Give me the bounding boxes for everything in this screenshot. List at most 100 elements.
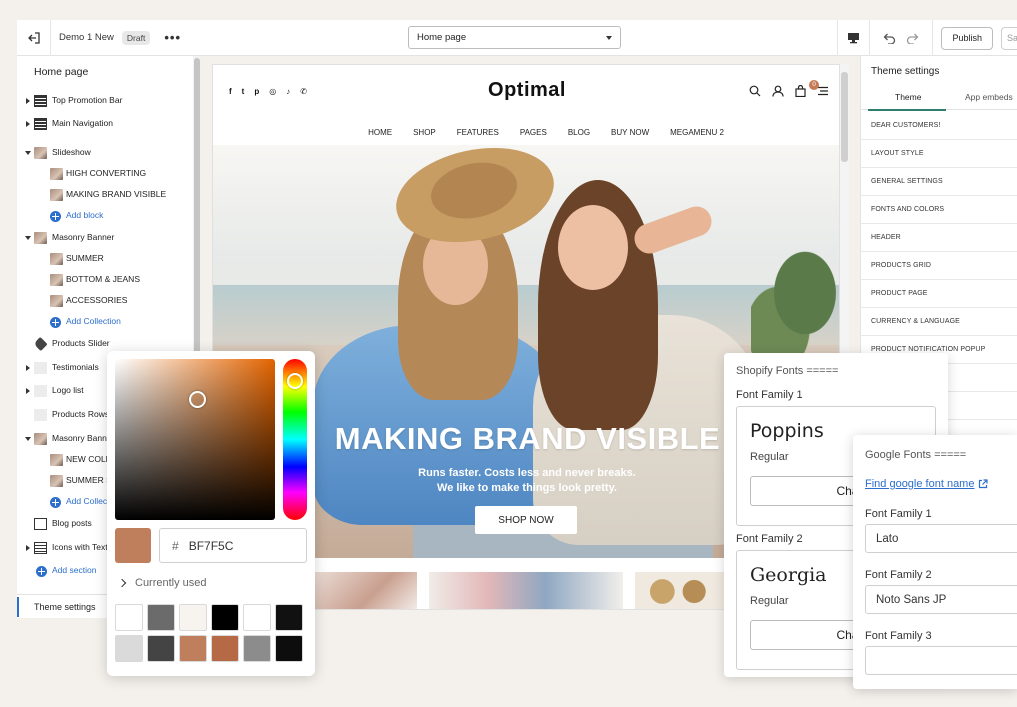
color-swatch[interactable] bbox=[147, 635, 175, 662]
preview-scrollbar-thumb[interactable] bbox=[841, 72, 848, 162]
sidebar-item-label: Add Collection bbox=[66, 316, 121, 326]
hex-input[interactable]: # BF7F5C bbox=[159, 528, 307, 563]
sidebar-item-masonry-banner-2[interactable]: Masonry Banner bbox=[17, 429, 114, 449]
saturation-handle[interactable] bbox=[189, 391, 206, 408]
cart-icon[interactable] bbox=[795, 85, 806, 97]
nav-link-megamenu-2[interactable]: MEGAMENU 2 bbox=[670, 128, 724, 137]
sidebar-item-testimonials[interactable]: Testimonials bbox=[17, 358, 107, 378]
color-swatch[interactable] bbox=[275, 604, 303, 631]
google-font-family-2-input[interactable]: Noto Sans JP bbox=[865, 585, 1017, 614]
banner-image-summer[interactable] bbox=[303, 572, 417, 609]
sidebar-item-products-rows[interactable]: Products Rows bbox=[17, 405, 110, 425]
add-block-button[interactable]: Add block bbox=[17, 206, 193, 226]
sidebar-item-slideshow[interactable]: Slideshow bbox=[17, 143, 193, 163]
menu-icon[interactable] bbox=[817, 86, 829, 96]
sidebar-item-icons-with-text[interactable]: Icons with Text bbox=[17, 538, 108, 558]
font-family-1-weight: Regular bbox=[750, 451, 789, 463]
chevron-right-icon[interactable] bbox=[26, 365, 30, 371]
tab-app-embeds[interactable]: App embeds bbox=[965, 92, 1013, 102]
currently-used-toggle[interactable]: Currently used bbox=[117, 577, 207, 589]
color-swatch[interactable] bbox=[243, 635, 271, 662]
nav-link-shop[interactable]: SHOP bbox=[413, 128, 436, 137]
hero-image-sea bbox=[213, 285, 839, 345]
google-fonts-heading: Google Fonts ===== bbox=[865, 449, 967, 461]
color-swatch[interactable] bbox=[243, 604, 271, 631]
redo-icon[interactable] bbox=[906, 32, 920, 44]
undo-icon[interactable] bbox=[882, 32, 896, 44]
sidebar-item-top-promotion-bar[interactable]: Top Promotion Bar bbox=[17, 91, 193, 111]
add-collection-button[interactable]: Add Collection bbox=[17, 312, 193, 332]
account-icon[interactable] bbox=[772, 85, 784, 97]
sidebar-item-label: Products Rows bbox=[52, 409, 110, 419]
sidebar-item-main-navigation[interactable]: Main Navigation bbox=[17, 114, 193, 134]
color-swatch[interactable] bbox=[115, 635, 143, 662]
nav-link-home[interactable]: HOME bbox=[368, 128, 392, 137]
sidebar-item-masonry-banner[interactable]: Masonry Banner bbox=[17, 228, 193, 248]
store-navigation: HOME SHOP FEATURES PAGES BLOG BUY NOW ME… bbox=[213, 128, 839, 137]
list-icon bbox=[34, 542, 47, 554]
color-swatch[interactable] bbox=[179, 604, 207, 631]
color-swatch[interactable] bbox=[211, 635, 239, 662]
sidebar-block-summer[interactable]: SUMMER bbox=[17, 249, 193, 269]
nav-link-blog[interactable]: BLOG bbox=[568, 128, 590, 137]
add-collection-button-2[interactable]: Add Collection bbox=[17, 492, 121, 512]
panel-title: Theme settings bbox=[871, 66, 940, 77]
settings-group-dear-customers[interactable]: DEAR CUSTOMERS! bbox=[861, 112, 1017, 140]
hue-slider-handle[interactable] bbox=[287, 373, 303, 389]
image-icon bbox=[50, 274, 63, 286]
exit-button[interactable] bbox=[17, 19, 51, 56]
nav-link-buy-now[interactable]: BUY NOW bbox=[611, 128, 649, 137]
store-logo[interactable]: Optimal bbox=[213, 79, 839, 102]
sidebar-block-accessories[interactable]: ACCESSORIES bbox=[17, 291, 193, 311]
image-icon bbox=[34, 232, 47, 244]
desktop-view-button[interactable] bbox=[837, 20, 869, 56]
google-font-family-1-input[interactable]: Lato bbox=[865, 524, 1017, 553]
chevron-right-icon[interactable] bbox=[26, 545, 30, 551]
color-swatch[interactable] bbox=[275, 635, 303, 662]
saturation-field[interactable] bbox=[115, 359, 275, 520]
sidebar-scrollbar-thumb[interactable] bbox=[194, 58, 200, 363]
chevron-right-icon[interactable] bbox=[26, 121, 30, 127]
settings-group-products-grid[interactable]: PRODUCTS GRID bbox=[861, 252, 1017, 280]
sidebar-block-making-brand-visible[interactable]: MAKING BRAND VISIBLE bbox=[17, 185, 193, 205]
color-swatch[interactable] bbox=[179, 635, 207, 662]
settings-group-fonts-and-colors[interactable]: FONTS AND COLORS bbox=[861, 196, 1017, 224]
banner-image-accessories[interactable] bbox=[635, 572, 726, 609]
sidebar-item-logo-list[interactable]: Logo list bbox=[17, 381, 107, 401]
sidebar-block-high-converting[interactable]: HIGH CONVERTING bbox=[17, 164, 193, 184]
page-select[interactable]: Home page bbox=[408, 26, 621, 49]
banner-image-bottom-jeans[interactable] bbox=[429, 572, 623, 609]
settings-group-general-settings[interactable]: GENERAL SETTINGS bbox=[861, 168, 1017, 196]
color-picker-popover: # BF7F5C Currently used bbox=[107, 351, 315, 676]
sidebar-block-summer-sale[interactable]: SUMMER SALE bbox=[17, 471, 128, 491]
sidebar-item-label: Add section bbox=[52, 565, 97, 575]
more-menu-button[interactable]: ••• bbox=[164, 31, 181, 44]
sidebar-block-bottom-jeans[interactable]: BOTTOM & JEANS bbox=[17, 270, 193, 290]
chevron-down-icon[interactable] bbox=[25, 236, 31, 240]
sidebar-item-label: Blog posts bbox=[52, 518, 92, 528]
shop-now-button[interactable]: SHOP NOW bbox=[475, 506, 577, 534]
google-font-family-3-input[interactable] bbox=[865, 646, 1017, 675]
publish-button[interactable]: Publish bbox=[941, 26, 993, 50]
chevron-down-icon[interactable] bbox=[25, 437, 31, 441]
settings-group-layout-style[interactable]: LAYOUT STYLE bbox=[861, 140, 1017, 168]
settings-group-header[interactable]: HEADER bbox=[861, 224, 1017, 252]
nav-link-features[interactable]: FEATURES bbox=[457, 128, 499, 137]
tab-theme[interactable]: Theme bbox=[895, 92, 921, 102]
chevron-right-icon[interactable] bbox=[26, 388, 30, 394]
chevron-down-icon[interactable] bbox=[25, 151, 31, 155]
sidebar-item-blog-posts[interactable]: Blog posts bbox=[17, 514, 107, 534]
find-google-font-link[interactable]: Find google font name bbox=[865, 478, 989, 490]
save-button[interactable]: Save bbox=[1001, 26, 1017, 50]
plus-icon bbox=[50, 211, 61, 222]
color-swatch[interactable] bbox=[211, 604, 239, 631]
color-swatch[interactable] bbox=[147, 604, 175, 631]
search-icon[interactable] bbox=[749, 85, 761, 97]
color-swatch[interactable] bbox=[115, 604, 143, 631]
hero-image-trees bbox=[751, 245, 839, 365]
settings-group-product-page[interactable]: PRODUCT PAGE bbox=[861, 280, 1017, 308]
settings-group-currency-language[interactable]: CURRENCY & LANGUAGE bbox=[861, 308, 1017, 336]
sidebar-block-new-collection[interactable]: NEW COLLECTION bbox=[17, 450, 143, 470]
nav-link-pages[interactable]: PAGES bbox=[520, 128, 547, 137]
chevron-right-icon[interactable] bbox=[26, 98, 30, 104]
